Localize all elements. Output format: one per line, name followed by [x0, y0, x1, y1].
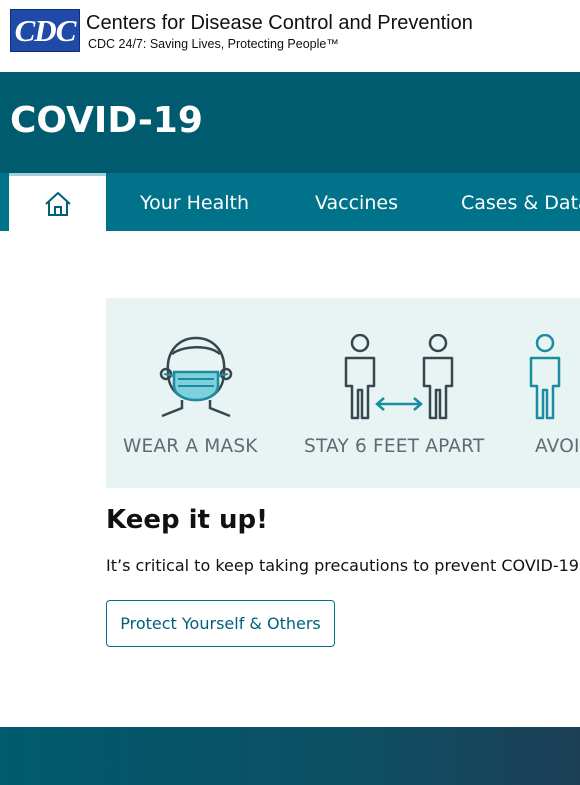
caption-stay-apart: STAY 6 FEET APART: [304, 436, 485, 457]
footer-band: [0, 727, 580, 785]
cdc-logo[interactable]: CDC: [10, 9, 80, 52]
precautions-illustration[interactable]: WEAR A MASK STAY 6 FEET APART AVOI: [106, 298, 580, 488]
nav-home-tab[interactable]: [9, 173, 106, 231]
page-title[interactable]: COVID-19: [10, 100, 203, 141]
tagline: CDC 24/7: Saving Lives, Protecting Peopl…: [88, 37, 339, 51]
site-header: CDC Centers for Disease Control and Prev…: [0, 0, 580, 72]
promo-heading: Keep it up!: [106, 505, 268, 535]
nav-your-health[interactable]: Your Health: [140, 173, 249, 231]
social-distance-icon: [344, 334, 454, 420]
person-icon: [529, 334, 561, 420]
nav-cases-data[interactable]: Cases & Data: [461, 173, 580, 231]
protect-yourself-button[interactable]: Protect Yourself & Others: [106, 600, 335, 647]
home-icon: [44, 191, 71, 216]
cdc-logo-text: CDC: [14, 12, 77, 48]
agency-name[interactable]: Centers for Disease Control and Preventi…: [86, 12, 473, 35]
main-nav: Your Health Vaccines Cases & Data: [0, 173, 580, 231]
nav-vaccines[interactable]: Vaccines: [315, 173, 398, 231]
caption-avoid: AVOI: [535, 436, 580, 457]
title-band: COVID-19: [0, 72, 580, 173]
promo-text: It’s critical to keep taking precautions…: [106, 556, 580, 575]
caption-wear-mask: WEAR A MASK: [123, 436, 258, 457]
mask-person-icon: [159, 336, 233, 418]
